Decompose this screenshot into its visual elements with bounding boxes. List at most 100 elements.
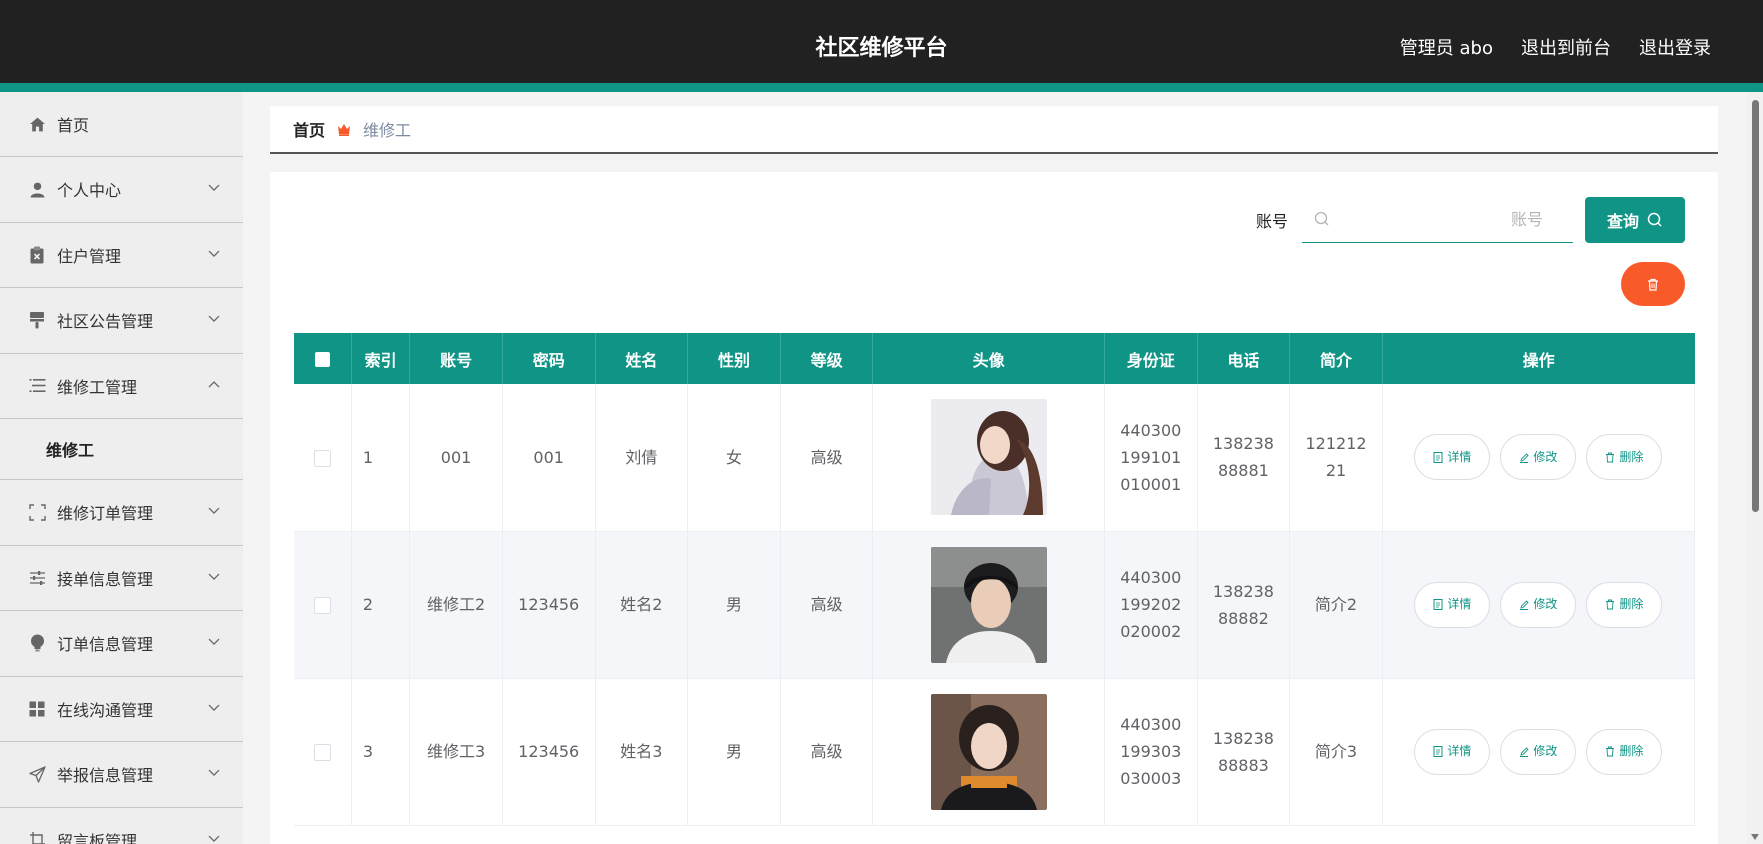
column-header: 简介: [1289, 333, 1383, 384]
crown-icon: [337, 123, 351, 136]
trash-icon: [1606, 452, 1615, 463]
sidebar-item-order-acceptance[interactable]: 接单信息管理: [0, 546, 243, 611]
id-card-text: 440300199101010001: [1120, 420, 1182, 494]
sidebar-item-label: 首页: [57, 116, 90, 135]
sidebar-item-label: 接单信息管理: [57, 569, 154, 589]
sidebar-item-repair-orders[interactable]: 维修订单管理: [0, 480, 243, 546]
sliders-icon: [28, 569, 46, 587]
sidebar-item-home[interactable]: 首页: [0, 92, 243, 157]
breadcrumb: 首页 维修工: [270, 106, 1718, 154]
sidebar-item-worker-management[interactable]: 维修工管理: [0, 354, 243, 419]
avatar[interactable]: [930, 399, 1047, 516]
row-select-cell: [294, 384, 352, 532]
cell-gender: 男: [687, 678, 781, 826]
sidebar-item-residents[interactable]: 住户管理: [0, 223, 243, 288]
trash-icon: [1606, 599, 1615, 610]
cell-avatar: [872, 384, 1105, 532]
edit-button[interactable]: 修改: [1500, 581, 1577, 628]
row-checkbox[interactable]: [313, 597, 331, 614]
row-select-cell: [294, 531, 352, 679]
sidebar-item-online-chat[interactable]: 在线沟通管理: [0, 677, 243, 742]
pencil-icon: [1520, 747, 1530, 757]
edit-button[interactable]: 修改: [1500, 728, 1577, 775]
search-input[interactable]: [1302, 197, 1573, 242]
chevron-down-icon: [207, 766, 221, 780]
scrollbar-thumb[interactable]: [1752, 100, 1759, 512]
sidebar-item-label: 举报信息管理: [57, 766, 154, 786]
row-checkbox[interactable]: [313, 449, 331, 467]
cell-id-card: 440300199101010001: [1104, 384, 1198, 532]
pencil-icon: [1520, 600, 1530, 610]
cell-index: 1: [351, 384, 411, 532]
detail-button[interactable]: 详情: [1414, 434, 1491, 481]
select-all-header[interactable]: [294, 333, 352, 384]
expand-frame-icon: [28, 503, 46, 521]
column-header: 电话: [1197, 333, 1291, 384]
sidebar-item-announcements[interactable]: 社区公告管理: [0, 288, 243, 354]
sidebar-item-order-info[interactable]: 订单信息管理: [0, 611, 243, 677]
delete-button[interactable]: 删除: [1586, 434, 1663, 481]
delete-button[interactable]: 删除: [1586, 581, 1663, 628]
chevron-down-icon: [207, 504, 221, 518]
cell-intro: 12121221: [1289, 384, 1383, 532]
query-button[interactable]: 查询: [1585, 197, 1685, 243]
delete-button[interactable]: 删除: [1586, 728, 1663, 775]
sidebar-item-profile[interactable]: 个人中心: [0, 157, 243, 223]
cell-index: 2: [351, 531, 411, 679]
exit-to-front-link[interactable]: 退出到前台: [1521, 34, 1611, 60]
search-label: 账号: [1255, 212, 1288, 231]
column-header: 性别: [687, 333, 781, 384]
admin-user-label[interactable]: 管理员 abo: [1400, 34, 1493, 60]
avatar[interactable]: [930, 546, 1047, 663]
chevron-down-icon: [207, 831, 221, 844]
select-all-checkbox[interactable]: [314, 352, 330, 367]
document-icon: [1433, 451, 1443, 463]
cell-avatar: [872, 678, 1105, 826]
sidebar-item-label: 维修工管理: [57, 377, 138, 397]
chevron-down-icon: [207, 181, 221, 195]
column-header: 等级: [780, 333, 874, 384]
detail-button-label: 详情: [1447, 597, 1472, 611]
sidebar-subitem-worker[interactable]: 维修工: [0, 419, 243, 480]
edit-button[interactable]: 修改: [1500, 434, 1577, 481]
detail-button[interactable]: 详情: [1414, 728, 1491, 775]
paint-roller-icon: [28, 311, 46, 329]
logout-link[interactable]: 退出登录: [1639, 34, 1711, 60]
column-header: 账号: [409, 333, 503, 384]
cell-gender: 男: [687, 531, 781, 679]
vertical-scrollbar[interactable]: [1747, 92, 1763, 844]
table-header-row: 索引 账号 密码 姓名 性别 等级 头像 身份证 电话 简介 操作: [294, 333, 1695, 384]
cell-id-card: 440300199303030003: [1104, 678, 1198, 826]
cell-name: 姓名3: [595, 678, 689, 826]
chevron-down-icon: [207, 246, 221, 260]
edit-button-label: 修改: [1533, 597, 1558, 611]
cell-password: 123456: [502, 678, 596, 826]
sidebar-item-message-board[interactable]: 留言板管理: [0, 808, 243, 844]
list-icon: [28, 377, 46, 395]
delete-button-label: 删除: [1619, 744, 1644, 758]
row-actions: 详情 修改 删除: [1383, 581, 1694, 628]
sidebar-item-reports[interactable]: 举报信息管理: [0, 742, 243, 808]
sidebar-item-label: 维修订单管理: [57, 504, 154, 524]
query-button-label: 查询: [1606, 214, 1639, 231]
search-form: 账号 查询: [1256, 197, 1685, 243]
batch-delete-button[interactable]: [1621, 262, 1685, 306]
column-header: 姓名: [595, 333, 689, 384]
detail-button[interactable]: 详情: [1414, 581, 1491, 628]
row-actions: 详情 修改 删除: [1383, 434, 1694, 481]
content-panel: 账号 查询 索引 账号: [270, 172, 1718, 844]
row-checkbox[interactable]: [313, 744, 331, 761]
chevron-down-icon: [207, 312, 221, 326]
scroll-down-arrow-icon[interactable]: [1751, 834, 1759, 840]
breadcrumb-home[interactable]: 首页: [293, 117, 325, 141]
phone-text: 13823888883: [1212, 728, 1274, 775]
cell-account: 001: [409, 384, 503, 532]
pencil-icon: [1520, 453, 1530, 463]
crop-icon: [28, 831, 46, 844]
trash-icon: [1606, 746, 1615, 757]
cell-level: 高级: [780, 678, 874, 826]
cell-index: 3: [351, 678, 411, 826]
avatar[interactable]: [930, 693, 1047, 810]
cell-intro: 简介2: [1289, 531, 1383, 679]
phone-text: 13823888882: [1212, 581, 1274, 628]
